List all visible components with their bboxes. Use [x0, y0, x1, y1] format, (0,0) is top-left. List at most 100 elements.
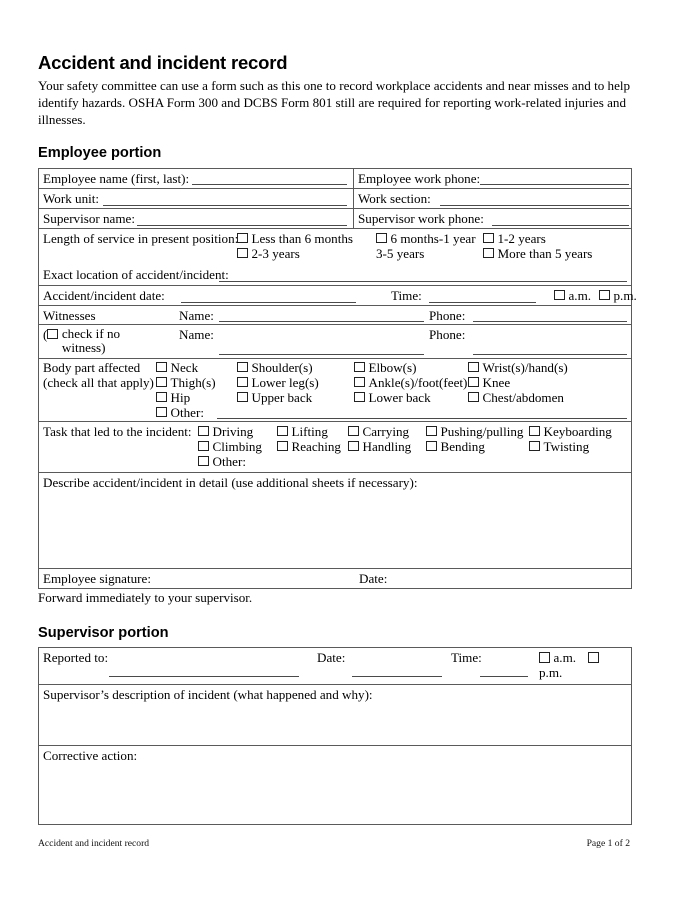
checkbox-icon[interactable]	[468, 391, 479, 403]
checkbox-icon[interactable]	[198, 455, 209, 467]
checkbox-icon[interactable]	[156, 361, 167, 373]
input-employee-work-phone[interactable]	[480, 183, 629, 185]
checkbox-icon[interactable]	[483, 232, 494, 244]
checkbox-option-neck[interactable]: Neck	[156, 360, 198, 376]
checkbox-option-lifting[interactable]: Lifting	[277, 424, 328, 440]
checkbox-option-task-other[interactable]: Other:	[198, 454, 246, 470]
form-row-employee-name: Employee name (first, last): Employee wo…	[39, 168, 631, 189]
input-witness-2-name[interactable]	[219, 353, 424, 355]
input-exact-location[interactable]	[219, 280, 627, 282]
label-witnesses: Witnesses	[43, 307, 96, 323]
checkbox-icon[interactable]	[156, 391, 167, 403]
checkbox-icon[interactable]	[554, 289, 565, 301]
input-work-unit[interactable]	[103, 204, 347, 206]
checkbox-icon[interactable]	[156, 376, 167, 388]
checkbox-icon[interactable]	[348, 425, 359, 437]
label-work-section: Work section:	[358, 190, 431, 206]
checkbox-icon[interactable]	[468, 376, 479, 388]
checkbox-option-knee[interactable]: Knee	[468, 375, 510, 391]
field-work-section[interactable]: Work section:	[354, 189, 631, 208]
checkbox-option-driving[interactable]: Driving	[198, 424, 253, 440]
checkbox-icon[interactable]	[156, 406, 167, 418]
checkbox-option-chest-abdomen[interactable]: Chest/abdomen	[468, 390, 564, 406]
checkbox-icon[interactable]	[599, 289, 610, 301]
input-witness-2-phone[interactable]	[473, 353, 627, 355]
checkbox-option-carrying[interactable]: Carrying	[348, 424, 409, 440]
input-accident-date[interactable]	[181, 301, 356, 303]
checkbox-icon[interactable]	[529, 440, 540, 452]
checkbox-option-keyboarding[interactable]: Keyboarding	[529, 424, 612, 440]
checkbox-icon[interactable]	[348, 440, 359, 452]
input-supervisor-name[interactable]	[137, 224, 347, 226]
checkbox-option-more-than-5-years[interactable]: More than 5 years	[483, 246, 592, 262]
input-body-part-other[interactable]	[217, 417, 627, 419]
checkbox-option-shoulders[interactable]: Shoulder(s)	[237, 360, 313, 376]
checkbox-option-wrists-hands[interactable]: Wrist(s)/hand(s)	[468, 360, 568, 376]
option-label: 1-2 years	[497, 230, 546, 246]
input-employee-name[interactable]	[192, 183, 347, 185]
checkbox-option-lower-legs[interactable]: Lower leg(s)	[237, 375, 319, 391]
checkbox-option-ankles-feet[interactable]: Ankle(s)/foot(feet)	[354, 375, 467, 391]
checkbox-option-pm[interactable]: p.m.	[599, 288, 637, 304]
checkbox-option-less-than-6-months[interactable]: Less than 6 months	[237, 231, 353, 247]
input-reported-to[interactable]	[109, 676, 299, 678]
supervisor-description-field[interactable]: Supervisor’s description of incident (wh…	[39, 685, 631, 745]
checkbox-icon[interactable]	[277, 425, 288, 437]
checkbox-icon[interactable]	[198, 440, 209, 452]
field-supervisor-name[interactable]: Supervisor name:	[39, 208, 354, 228]
checkbox-icon[interactable]	[277, 440, 288, 452]
field-employee-work-phone[interactable]: Employee work phone:	[354, 169, 631, 188]
checkbox-option-twisting[interactable]: Twisting	[529, 439, 589, 455]
checkbox-icon[interactable]	[198, 425, 209, 437]
field-work-unit[interactable]: Work unit:	[39, 188, 354, 208]
field-employee-name[interactable]: Employee name (first, last):	[39, 168, 354, 188]
checkbox-option-elbows[interactable]: Elbow(s)	[354, 360, 417, 376]
input-supervisor-time[interactable]	[480, 676, 528, 678]
checkbox-icon[interactable]	[529, 425, 540, 437]
input-supervisor-work-phone[interactable]	[492, 224, 629, 226]
checkbox-option-upper-back[interactable]: Upper back	[237, 390, 312, 406]
checkbox-option-supervisor-am[interactable]: a.m.	[539, 650, 576, 666]
checkbox-icon[interactable]	[354, 361, 365, 373]
input-work-section[interactable]	[440, 204, 629, 206]
checkbox-option-thighs[interactable]: Thigh(s)	[156, 375, 216, 391]
input-witness-1-phone[interactable]	[473, 320, 627, 322]
checkbox-icon[interactable]	[468, 361, 479, 373]
checkbox-icon[interactable]	[483, 247, 494, 259]
checkbox-icon[interactable]	[237, 376, 248, 388]
checkbox-option-lower-back[interactable]: Lower back	[354, 390, 431, 406]
checkbox-option-climbing[interactable]: Climbing	[198, 439, 262, 455]
checkbox-icon[interactable]	[237, 361, 248, 373]
checkbox-icon[interactable]	[237, 391, 248, 403]
checkbox-icon[interactable]	[354, 376, 365, 388]
checkbox-icon[interactable]	[588, 652, 599, 663]
checkbox-option-2-3-years[interactable]: 2-3 years	[237, 246, 300, 262]
corrective-action-field[interactable]: Corrective action:	[39, 746, 631, 824]
input-witness-1-name[interactable]	[219, 320, 424, 322]
field-supervisor-work-phone[interactable]: Supervisor work phone:	[354, 209, 631, 228]
checkbox-option-handling[interactable]: Handling	[348, 439, 411, 455]
option-3-5-years[interactable]: 3-5 years	[376, 246, 424, 262]
checkbox-icon[interactable]	[47, 328, 58, 340]
checkbox-option-pushing-pulling[interactable]: Pushing/pulling	[426, 424, 523, 440]
footer-left-text: Accident and incident record	[38, 838, 150, 849]
checkbox-icon[interactable]	[376, 232, 387, 244]
checkbox-option-hip[interactable]: Hip	[156, 390, 190, 406]
checkbox-option-no-witness[interactable]: (check if no witness)	[43, 326, 146, 356]
checkbox-option-am[interactable]: a.m.	[554, 288, 591, 304]
checkbox-icon[interactable]	[539, 652, 550, 663]
checkbox-option-bending[interactable]: Bending	[426, 439, 485, 455]
checkbox-option-reaching[interactable]: Reaching	[277, 439, 341, 455]
checkbox-icon[interactable]	[237, 247, 248, 259]
checkbox-icon[interactable]	[426, 425, 437, 437]
input-supervisor-date[interactable]	[352, 676, 442, 678]
checkbox-option-1-2-years[interactable]: 1-2 years	[483, 231, 546, 247]
describe-field[interactable]: Describe accident/incident in detail (us…	[39, 473, 631, 568]
checkbox-icon[interactable]	[237, 232, 248, 244]
checkbox-option-6-months-1-year[interactable]: 6 months-1 year	[376, 231, 476, 247]
input-time[interactable]	[429, 301, 536, 303]
checkbox-option-body-part-other[interactable]: Other:	[156, 405, 204, 421]
checkbox-icon[interactable]	[426, 440, 437, 452]
checkbox-supervisor-pm[interactable]	[588, 650, 603, 666]
checkbox-icon[interactable]	[354, 391, 365, 403]
